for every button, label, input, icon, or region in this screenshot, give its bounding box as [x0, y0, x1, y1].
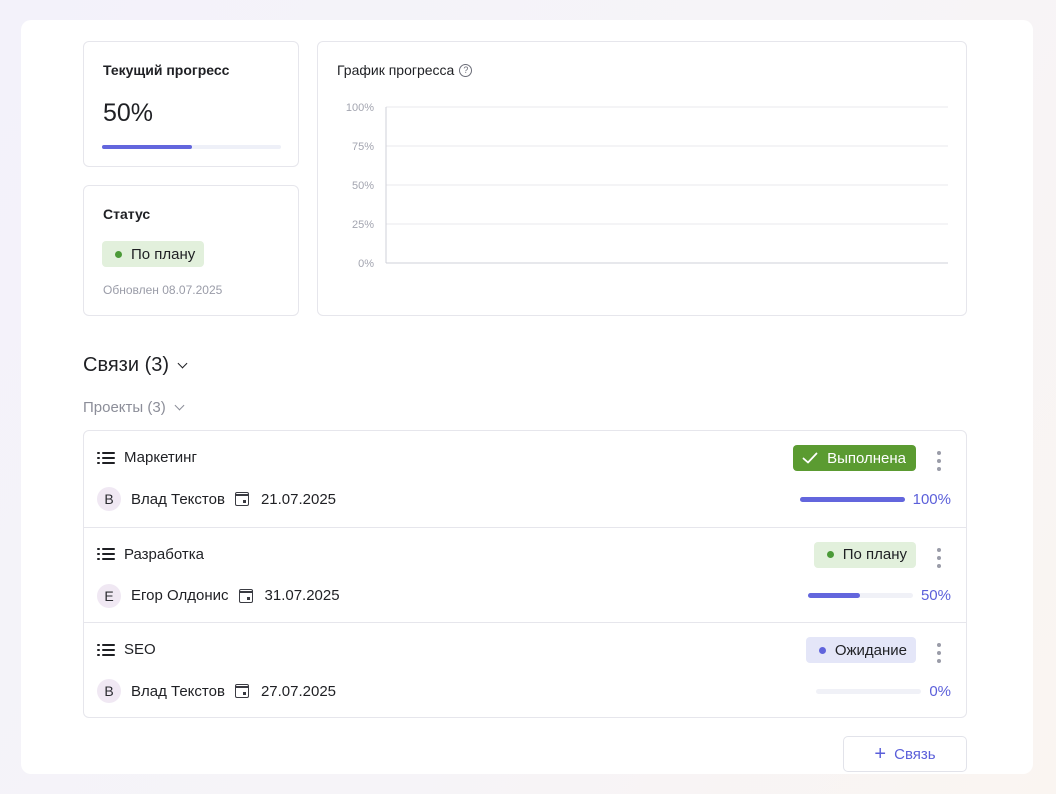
chart-y-tick-label: 25% [352, 219, 374, 231]
calendar-icon [234, 684, 249, 698]
status-badge-label: По плану [131, 245, 196, 263]
project-date: 21.07.2025 [260, 490, 337, 508]
status-dot-icon [818, 646, 826, 654]
status-card: Статус По плану Обновлен 08.07.2025 [83, 185, 299, 316]
project-status-label: Ожидание [834, 641, 907, 659]
project-progress-fill [807, 593, 861, 598]
avatar[interactable]: В [97, 679, 121, 703]
project-meta: В Влад Текстов 27.07.2025 [97, 679, 336, 703]
chart-y-tick-label: 100% [346, 102, 374, 114]
project-owner: Влад Текстов [131, 682, 225, 700]
project-date: 31.07.2025 [264, 587, 340, 604]
project-name[interactable]: Маркетинг [97, 449, 197, 466]
avatar[interactable]: В [97, 487, 121, 511]
project-progress-label: 50% [920, 587, 951, 604]
project-name[interactable]: SEO [97, 641, 156, 658]
links-section-header[interactable]: Связи (3) [83, 354, 188, 377]
status-title: Статус [103, 206, 151, 222]
project-progress-bar [799, 496, 905, 502]
plus-icon: + [874, 743, 887, 765]
chart-y-tick-label: 50% [352, 180, 374, 192]
more-options-icon[interactable] [936, 451, 942, 471]
project-progress-bar [807, 593, 913, 598]
status-updated-date: Обновлен 08.07.2025 [103, 283, 223, 297]
chart-y-tick-label: 0% [358, 258, 374, 270]
project-progress: 0% [816, 682, 951, 700]
check-icon [802, 452, 818, 464]
project-status-label: По плану [842, 546, 907, 563]
chart-y-tick-label: 75% [352, 141, 374, 153]
project-row[interactable]: Маркетинг В Влад Текстов 21.07.2025 Выпо… [84, 431, 966, 526]
current-progress-fill [102, 145, 192, 149]
project-progress-label: 100% [912, 490, 951, 508]
current-progress-card: Текущий прогресс 50% [83, 41, 299, 167]
projects-subsection-header[interactable]: Проекты (3) [83, 399, 185, 416]
calendar-icon [238, 588, 253, 603]
project-name-label: Разработка [124, 545, 204, 563]
current-progress-bar [102, 145, 281, 149]
projects-subsection-title: Проекты (3) [83, 399, 166, 416]
project-progress: 50% [807, 587, 951, 605]
project-status-label: Выполнена [827, 449, 906, 467]
links-section-title: Связи (3) [83, 354, 170, 376]
project-progress-bar [816, 688, 922, 694]
project-name[interactable]: Разработка [97, 546, 204, 563]
project-name-label: Маркетинг [124, 449, 197, 466]
chevron-down-icon[interactable] [177, 358, 188, 368]
project-owner: Егор Олдонис [131, 587, 229, 604]
status-dot-icon [115, 250, 122, 258]
project-progress-label: 0% [929, 682, 951, 700]
more-options-icon[interactable] [936, 643, 942, 663]
current-progress-title: Текущий прогресс [103, 62, 230, 78]
projects-list: Маркетинг В Влад Текстов 21.07.2025 Выпо… [83, 430, 967, 718]
calendar-icon [234, 492, 249, 506]
more-options-icon[interactable] [936, 547, 942, 568]
chevron-down-icon[interactable] [174, 400, 185, 410]
add-link-button[interactable]: + Связь [843, 736, 967, 772]
list-icon [97, 643, 115, 657]
list-icon [97, 451, 115, 465]
progress-chart: 100% 75% 50% 25% 0% [346, 102, 948, 270]
project-status-badge[interactable]: Выполнена [793, 445, 916, 471]
project-meta: Е Егор Олдонис 31.07.2025 [97, 583, 340, 608]
avatar[interactable]: Е [97, 583, 121, 608]
project-row[interactable]: SEO В Влад Текстов 27.07.2025 Ожидание 0… [84, 622, 966, 717]
add-link-button-label: Связь [894, 745, 936, 763]
project-name-label: SEO [124, 641, 156, 658]
status-dot-icon [826, 551, 834, 558]
project-meta: В Влад Текстов 21.07.2025 [97, 487, 336, 511]
project-progress: 100% [799, 490, 951, 508]
project-status-badge[interactable]: По плану [813, 541, 916, 568]
status-badge: По плану [102, 241, 205, 267]
project-date: 27.07.2025 [260, 682, 337, 700]
progress-chart-card: График прогресса ? 100% 75% 50% 25% 0% [317, 41, 967, 316]
current-progress-value: 50% [103, 99, 154, 127]
list-icon [97, 547, 115, 561]
project-owner: Влад Текстов [131, 490, 225, 508]
project-progress-fill [799, 496, 905, 502]
project-status-badge[interactable]: Ожидание [805, 637, 916, 663]
project-row[interactable]: Разработка Е Егор Олдонис 31.07.2025 По … [84, 526, 966, 622]
